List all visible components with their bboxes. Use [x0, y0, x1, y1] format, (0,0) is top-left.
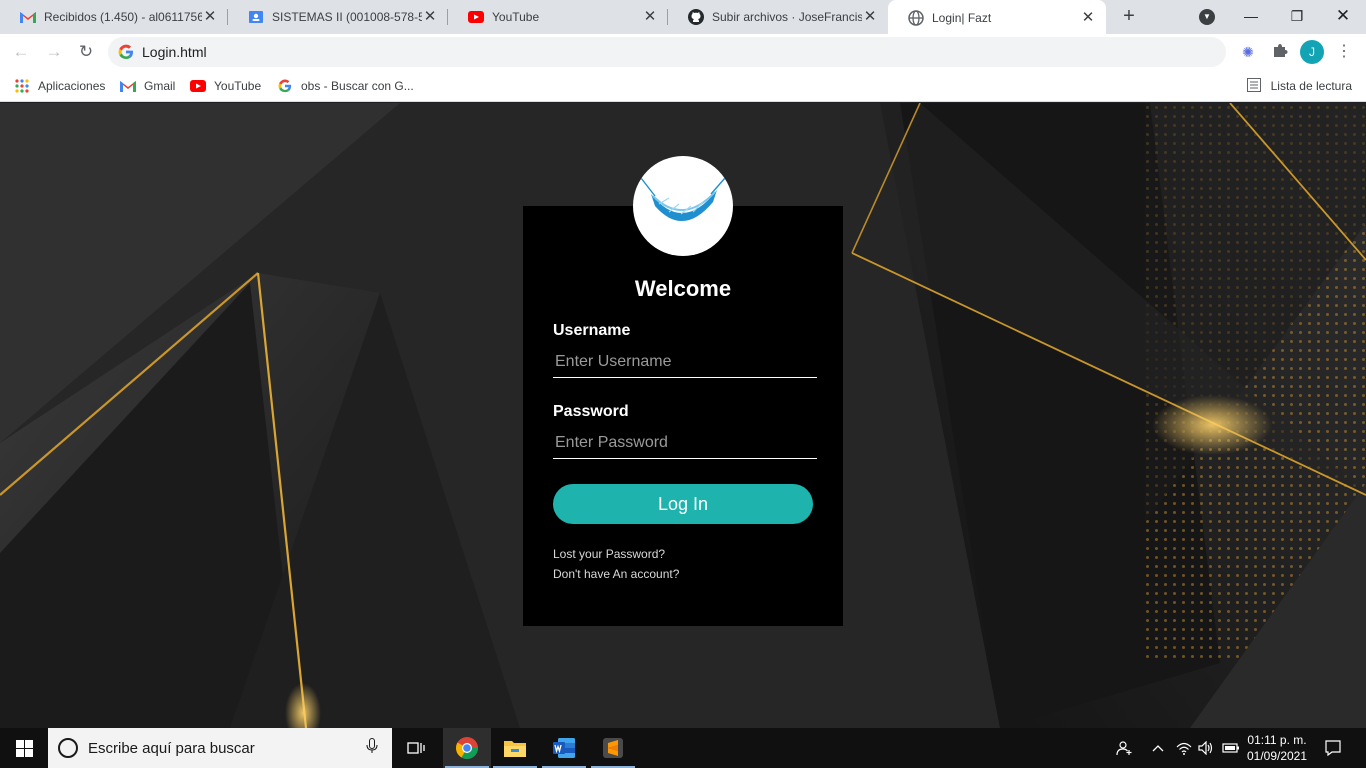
reload-icon[interactable]: ↻ — [74, 40, 98, 64]
apps-grid-icon — [14, 78, 30, 94]
page-title: Welcome — [634, 276, 732, 301]
word-icon[interactable] — [540, 728, 588, 768]
clock-time: 01:11 p. m. — [1247, 733, 1307, 747]
bookmarks-bar: Aplicaciones Gmail YouTube obs - Buscar … — [0, 70, 1366, 102]
close-icon[interactable]: ✕ — [642, 9, 658, 25]
tab-github[interactable]: Subir archivos · JoseFranciscoC ✕ — [668, 0, 888, 34]
tab-title: YouTube — [492, 10, 540, 24]
bookmark-youtube[interactable]: YouTube — [190, 77, 261, 95]
browser-toolbar: ← → ↻ Login.html ✺ J ⋮ — [0, 34, 1366, 70]
tab-title: Subir archivos · JoseFranciscoC — [712, 10, 862, 24]
battery-icon[interactable] — [1220, 728, 1242, 768]
file-explorer-icon[interactable] — [491, 728, 539, 768]
cortana-icon — [58, 738, 78, 758]
bookmark-label: obs - Buscar con G... — [301, 79, 414, 93]
close-icon[interactable]: ✕ — [862, 9, 878, 25]
password-input[interactable] — [553, 427, 817, 459]
taskbar-search-placeholder: Escribe aquí para buscar — [88, 739, 255, 757]
chrome-icon[interactable] — [443, 728, 491, 768]
tab-sistemas[interactable]: SISTEMAS II (001008-578-55) ✕ — [228, 0, 448, 34]
bookmark-apps[interactable]: Aplicaciones — [14, 77, 105, 95]
tab-title: SISTEMAS II (001008-578-55) — [272, 10, 422, 24]
volume-icon[interactable] — [1196, 728, 1216, 768]
google-icon — [118, 44, 134, 60]
bookmark-label: Gmail — [144, 79, 176, 93]
classroom-icon — [248, 9, 264, 25]
tab-youtube[interactable]: YouTube ✕ — [448, 0, 668, 34]
gmail-icon — [120, 78, 136, 94]
reading-list-icon — [1246, 78, 1263, 94]
windows-start-icon[interactable] — [0, 728, 48, 768]
task-view-icon[interactable] — [392, 728, 440, 768]
hammock-logo-icon — [633, 156, 733, 256]
wifi-icon[interactable] — [1174, 728, 1194, 768]
reading-list-button[interactable]: Lista de lectura — [1246, 77, 1352, 95]
microphone-icon[interactable] — [362, 738, 382, 758]
close-icon[interactable]: ✕ — [1080, 10, 1096, 26]
close-icon[interactable]: ✕ — [202, 9, 218, 25]
google-icon — [277, 78, 293, 94]
system-clock[interactable]: 01:11 p. m. 01/09/2021 — [1242, 732, 1312, 764]
tab-title: Recibidos (1.450) - al0611756@ — [44, 10, 202, 24]
new-tab-button[interactable]: + — [1118, 5, 1140, 27]
github-icon — [688, 9, 704, 25]
chevron-up-icon[interactable] — [1148, 728, 1168, 768]
restore-icon[interactable]: ❐ — [1285, 4, 1309, 28]
sublime-text-icon[interactable] — [589, 728, 637, 768]
window-close-icon[interactable]: ✕ — [1331, 4, 1355, 28]
kebab-menu-icon[interactable]: ⋮ — [1334, 42, 1354, 62]
youtube-icon — [190, 78, 206, 94]
bookmark-label: YouTube — [214, 79, 262, 93]
back-arrow-icon[interactable]: ← — [9, 40, 33, 64]
username-input[interactable] — [553, 346, 817, 378]
tab-strip: Recibidos (1.450) - al0611756@ ✕ SISTEMA… — [0, 0, 1366, 36]
youtube-icon — [468, 9, 484, 25]
address-bar[interactable]: Login.html — [108, 37, 1226, 67]
bookmark-gmail[interactable]: Gmail — [120, 77, 175, 95]
tab-title: Login| Fazt — [932, 11, 992, 25]
bookmark-label: Aplicaciones — [38, 79, 106, 93]
puzzle-icon[interactable] — [1270, 42, 1290, 62]
people-icon[interactable] — [1112, 728, 1136, 768]
globe-icon — [908, 10, 924, 26]
bookmark-obs-search[interactable]: obs - Buscar con G... — [277, 77, 414, 95]
gmail-icon — [20, 9, 36, 25]
tab-gmail[interactable]: Recibidos (1.450) - al0611756@ ✕ — [0, 0, 228, 34]
tab-login[interactable]: Login| Fazt ✕ — [888, 0, 1106, 36]
windows-taskbar: Escribe aquí para buscar 01:11 p. m. 01/… — [0, 728, 1366, 768]
page-viewport: Welcome Username Password Log In Lost yo… — [0, 103, 1366, 728]
minimize-icon[interactable]: — — [1239, 4, 1263, 28]
forward-arrow-icon[interactable]: → — [42, 40, 66, 64]
username-label: Username — [553, 322, 631, 339]
reading-list-label: Lista de lectura — [1270, 79, 1352, 93]
address-text: Login.html — [142, 44, 207, 60]
profile-avatar[interactable]: J — [1300, 40, 1324, 64]
tab-search-icon[interactable]: ▼ — [1199, 9, 1215, 25]
notifications-icon[interactable] — [1320, 728, 1346, 768]
close-icon[interactable]: ✕ — [422, 9, 438, 25]
login-button[interactable]: Log In — [553, 484, 813, 524]
extension-icon[interactable]: ✺ — [1238, 42, 1258, 62]
signup-link[interactable]: Don't have An account? — [553, 567, 679, 581]
password-label: Password — [553, 403, 629, 420]
forgot-password-link[interactable]: Lost your Password? — [553, 547, 665, 561]
login-card: Welcome Username Password Log In Lost yo… — [523, 206, 843, 626]
taskbar-search-input[interactable]: Escribe aquí para buscar — [48, 728, 392, 768]
clock-date: 01/09/2021 — [1246, 749, 1308, 763]
